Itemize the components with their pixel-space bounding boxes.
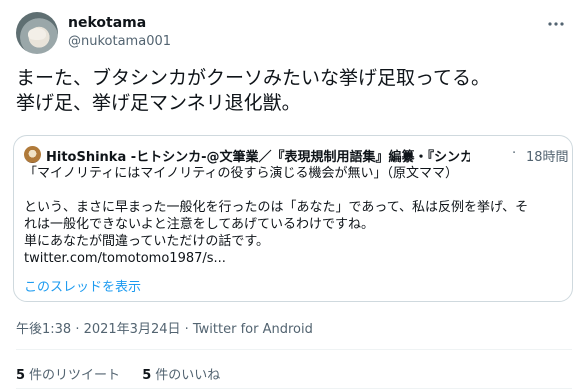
divider bbox=[16, 349, 572, 350]
more-dots-icon[interactable] bbox=[546, 14, 566, 34]
likes-count: 5 bbox=[142, 368, 152, 383]
retweets-label: 件のリツイート bbox=[29, 368, 121, 383]
quoted-text-line: 単にあなたが間違っていただけの話です。 bbox=[24, 234, 270, 249]
quoted-author-avatar bbox=[24, 146, 41, 163]
retweets-stat[interactable]: 5 件のリツイート bbox=[16, 364, 120, 383]
tweet-text-line: 挙げ足、挙げ足マンネリ退化獣。 bbox=[16, 92, 301, 114]
tweet-header: nekotama @nukotama001 bbox=[16, 12, 572, 56]
likes-label: 件のいいね bbox=[155, 368, 221, 383]
divider bbox=[16, 388, 572, 389]
cat-avatar-icon[interactable] bbox=[16, 12, 58, 54]
likes-stat[interactable]: 5 件のいいね bbox=[142, 364, 220, 383]
author-display-name[interactable]: nekotama bbox=[68, 15, 146, 31]
quoted-tweet-body: 「マイノリティにはマイノリティの役すら演じる機会が無い」（原文ママ） という、ま… bbox=[24, 165, 566, 267]
separator-dot: · bbox=[512, 146, 517, 161]
tweet-timestamp[interactable]: 午後1:38 · 2021年3月24日 · Twitter for Androi… bbox=[16, 318, 313, 337]
quoted-tweet[interactable]: HitoShinka -ヒトシンカ-@文筆業／『表現規制用語集』編纂・『シンカ.… bbox=[13, 135, 573, 302]
tweet-text-line: まーた、ブタシンカがクーソみたいな挙げ足取ってる。 bbox=[16, 67, 491, 89]
quoted-author-name: HitoShinka -ヒトシンカ-@文筆業／『表現規制用語集』編纂・『シンカ.… bbox=[46, 150, 470, 165]
show-thread-link[interactable]: このスレッドを表示 bbox=[24, 276, 141, 295]
quoted-tweet-header: HitoShinka -ヒトシンカ-@文筆業／『表現規制用語集』編纂・『シンカ.… bbox=[24, 145, 569, 165]
author-handle[interactable]: @nukotama001 bbox=[68, 34, 171, 49]
quoted-url-link[interactable]: twitter.com/tomotomo1987/s... bbox=[24, 250, 566, 267]
quoted-blank-line bbox=[24, 182, 566, 199]
retweets-count: 5 bbox=[16, 368, 26, 383]
tweet-text: まーた、ブタシンカがクーソみたいな挙げ足取ってる。 挙げ足、挙げ足マンネリ退化獣… bbox=[16, 66, 572, 116]
quoted-text-line: れは一般化できないよと注意をしてあげているわけですね。 bbox=[24, 217, 374, 232]
tweet-stats: 5 件のリツイート 5 件のいいね bbox=[16, 364, 238, 383]
quoted-tweet-time: 18時間 bbox=[526, 150, 569, 165]
quoted-text-line: という、まさに早まった一般化を行ったのは「あなた」であって、私は反例を挙げ、そ bbox=[24, 200, 529, 215]
quoted-text-line: 「マイノリティにはマイノリティの役すら演じる機会が無い」（原文ママ） bbox=[24, 166, 458, 181]
